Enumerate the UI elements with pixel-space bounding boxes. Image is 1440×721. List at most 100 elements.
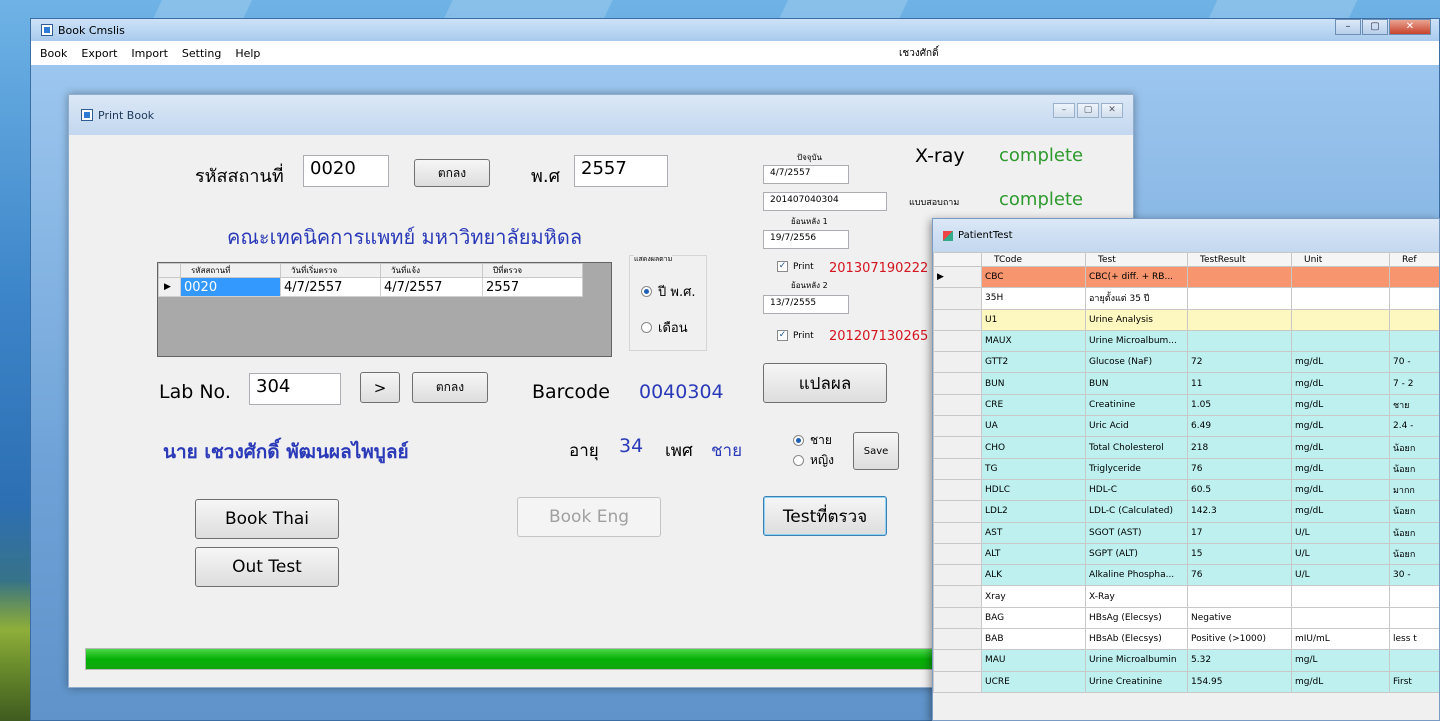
table-cell[interactable] xyxy=(1291,308,1390,331)
table-cell[interactable] xyxy=(1389,585,1439,608)
table-cell[interactable]: น้อยก xyxy=(1389,500,1439,523)
next-button[interactable]: > xyxy=(360,372,400,403)
table-cell[interactable]: TG xyxy=(981,457,1086,480)
radio-male[interactable]: ชาย xyxy=(793,431,832,450)
table-cell[interactable]: 5.32 xyxy=(1187,649,1292,672)
menu-export[interactable]: Export xyxy=(74,47,124,60)
radio-year[interactable]: ปี พ.ศ. xyxy=(641,281,695,302)
table-row[interactable]: BAG HBsAg (Elecsys) Negative xyxy=(933,606,1439,630)
table-row[interactable]: HDLC HDL-C 60.5 mg/dL มากก xyxy=(933,478,1439,502)
table-cell[interactable]: 35H xyxy=(981,287,1086,310)
table-row[interactable]: Xray X-Ray xyxy=(933,585,1439,608)
table-cell[interactable]: HBsAg (Elecsys) xyxy=(1085,606,1188,630)
table-cell[interactable]: GTT2 xyxy=(981,351,1086,374)
table-cell[interactable]: mg/L xyxy=(1291,649,1390,672)
table-cell[interactable]: ALK xyxy=(981,564,1086,587)
out-test-button[interactable]: Out Test xyxy=(195,547,339,587)
table-cell[interactable]: 11 xyxy=(1187,372,1292,395)
table-cell[interactable]: First xyxy=(1389,670,1439,693)
current-code-field[interactable]: 201407040304 xyxy=(763,192,887,211)
table-cell[interactable]: 72 xyxy=(1187,351,1292,374)
table-cell[interactable]: น้อยก xyxy=(1389,542,1439,566)
menu-book[interactable]: Book xyxy=(33,47,74,60)
table-cell[interactable]: 17 xyxy=(1187,521,1292,544)
table-row[interactable]: GTT2 Glucose (NaF) 72 mg/dL 70 - xyxy=(933,351,1439,374)
table-cell[interactable]: 76 xyxy=(1187,457,1292,480)
table-cell[interactable] xyxy=(1187,585,1292,608)
radio-month[interactable]: เดือน xyxy=(641,317,688,338)
table-cell[interactable]: Glucose (NaF) xyxy=(1085,351,1188,374)
table-cell[interactable] xyxy=(1291,585,1390,608)
table-cell[interactable]: Urine Microalbumin xyxy=(1085,649,1188,672)
maximize-icon[interactable]: ▢ xyxy=(1362,19,1388,35)
minimize-icon[interactable]: – xyxy=(1335,19,1361,35)
table-cell[interactable]: 218 xyxy=(1187,436,1292,459)
table-cell[interactable]: Triglyceride xyxy=(1085,457,1188,480)
table-cell[interactable]: mg/dL xyxy=(1291,478,1390,502)
table-cell[interactable] xyxy=(1187,287,1292,310)
table-row[interactable]: LDL2 LDL-C (Calculated) 142.3 mg/dL น้อยก xyxy=(933,500,1439,523)
table-cell[interactable]: มากก xyxy=(1389,478,1439,502)
table-row[interactable]: MAUX Urine Microalbum... xyxy=(933,329,1439,353)
translate-button[interactable]: แปลผล xyxy=(763,363,887,403)
table-cell[interactable]: mg/dL xyxy=(1291,436,1390,459)
site-ok-button[interactable]: ตกลง xyxy=(414,159,490,187)
table-cell[interactable]: X-Ray xyxy=(1085,585,1188,608)
menu-setting[interactable]: Setting xyxy=(175,47,228,60)
table-cell[interactable]: mg/dL xyxy=(1291,372,1390,395)
table-row[interactable]: BUN BUN 11 mg/dL 7 - 2 xyxy=(933,372,1439,395)
grid-cell[interactable]: 2557 xyxy=(482,277,583,297)
minimize-icon[interactable]: – xyxy=(1053,103,1075,118)
table-cell[interactable] xyxy=(1389,606,1439,630)
table-row[interactable]: U1 Urine Analysis xyxy=(933,308,1439,331)
column-header[interactable]: TestResult xyxy=(1187,252,1292,267)
table-cell[interactable]: UCRE xyxy=(981,670,1086,693)
save-button[interactable]: Save xyxy=(853,432,899,470)
table-cell[interactable]: 30 - xyxy=(1389,564,1439,587)
table-cell[interactable]: Urine Analysis xyxy=(1085,308,1188,331)
table-cell[interactable] xyxy=(1187,308,1292,331)
table-cell[interactable]: น้อยก xyxy=(1389,436,1439,459)
table-cell[interactable]: Alkaline Phospha... xyxy=(1085,564,1188,587)
table-cell[interactable]: CHO xyxy=(981,436,1086,459)
table-cell[interactable]: BAG xyxy=(981,606,1086,630)
table-row[interactable]: UCRE Urine Creatinine 154.95 mg/dL First xyxy=(933,670,1439,693)
table-cell[interactable]: Positive (>1000) xyxy=(1187,628,1292,651)
site-code-field[interactable]: 0020 xyxy=(303,155,389,187)
table-cell[interactable]: Negative xyxy=(1187,606,1292,630)
table-cell[interactable]: 15 xyxy=(1187,542,1292,566)
table-cell[interactable]: น้อยก xyxy=(1389,457,1439,480)
be-year-field[interactable]: 2557 xyxy=(574,155,668,187)
table-cell[interactable]: UA xyxy=(981,415,1086,438)
table-cell[interactable]: 154.95 xyxy=(1187,670,1292,693)
table-row[interactable]: CHO Total Cholesterol 218 mg/dL น้อยก xyxy=(933,436,1439,459)
grid-header[interactable]: วันที่เริ่มตรวจ xyxy=(280,263,381,278)
table-cell[interactable]: 60.5 xyxy=(1187,478,1292,502)
back2-date-field[interactable]: 13/7/2555 xyxy=(763,295,849,314)
table-cell[interactable]: 76 xyxy=(1187,564,1292,587)
table-cell[interactable]: น้อยก xyxy=(1389,521,1439,544)
table-cell[interactable]: mg/dL xyxy=(1291,457,1390,480)
table-cell[interactable]: U1 xyxy=(981,308,1086,331)
table-row[interactable]: AST SGOT (AST) 17 U/L น้อยก xyxy=(933,521,1439,544)
table-cell[interactable]: Xray xyxy=(981,585,1086,608)
book-thai-button[interactable]: Book Thai xyxy=(195,499,339,539)
grid-cell[interactable]: 4/7/2557 xyxy=(380,277,483,297)
table-cell[interactable] xyxy=(1291,265,1390,289)
table-cell[interactable] xyxy=(1389,329,1439,353)
table-cell[interactable]: 6.49 xyxy=(1187,415,1292,438)
maximize-icon[interactable]: ▢ xyxy=(1077,103,1099,118)
site-grid[interactable]: รหัสสถานที่ วันที่เริ่มตรวจ วันที่แจ้ง ป… xyxy=(157,262,612,357)
table-row[interactable]: CRE Creatinine 1.05 mg/dL ชาย xyxy=(933,393,1439,417)
table-cell[interactable]: CBC(+ diff. + RB... xyxy=(1085,265,1188,289)
table-cell[interactable] xyxy=(1389,649,1439,672)
column-header[interactable]: Test xyxy=(1085,252,1188,267)
table-cell[interactable] xyxy=(1291,329,1390,353)
table-row[interactable]: ▶ CBC CBC(+ diff. + RB... xyxy=(933,265,1439,289)
table-cell[interactable]: อายุตั้งแต่ 35 ปี xyxy=(1085,287,1188,310)
table-cell[interactable]: U/L xyxy=(1291,564,1390,587)
table-cell[interactable]: Creatinine xyxy=(1085,393,1188,417)
patient-test-table[interactable]: TCode Test TestResult Unit Ref ▶ CBC CBC(+… xyxy=(933,252,1439,693)
table-row[interactable]: ALK Alkaline Phospha... 76 U/L 30 - xyxy=(933,564,1439,587)
table-cell[interactable]: BAB xyxy=(981,628,1086,651)
